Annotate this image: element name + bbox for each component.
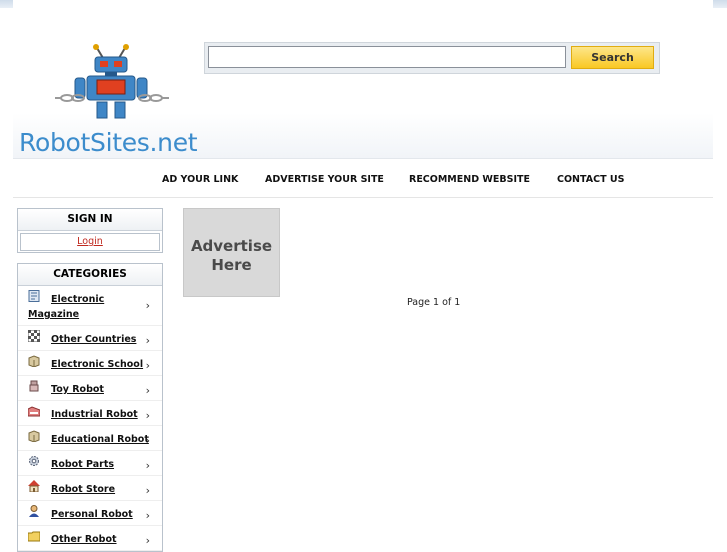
login-link[interactable]: Login: [77, 236, 103, 247]
chevron-right-icon: ›: [145, 434, 150, 447]
nav-advertise-your-site[interactable]: ADVERTISE YOUR SITE: [265, 174, 384, 185]
category-robot-store[interactable]: Robot Store ›: [18, 476, 162, 501]
folder-icon: [28, 531, 40, 542]
category-label[interactable]: Electronic School: [51, 359, 143, 370]
toy-icon: [29, 380, 39, 392]
search-bar: Search: [204, 42, 660, 74]
ad-text-line2: Here: [211, 256, 252, 274]
category-label[interactable]: Other Robot: [51, 534, 117, 545]
category-label[interactable]: Other Countries: [51, 334, 136, 345]
factory-icon: [28, 406, 40, 417]
nav-contact-us[interactable]: CONTACT US: [557, 174, 624, 185]
category-personal-robot[interactable]: Personal Robot ›: [18, 501, 162, 526]
main-nav: AD YOUR LINK ADVERTISE YOUR SITE RECOMME…: [13, 159, 713, 198]
category-label[interactable]: Electronic Magazine: [28, 292, 140, 322]
box-icon: [28, 430, 40, 442]
search-input[interactable]: [208, 46, 566, 68]
chevron-right-icon: ›: [145, 509, 150, 522]
category-industrial-robot[interactable]: Industrial Robot ›: [18, 401, 162, 426]
category-label[interactable]: Robot Store: [51, 484, 115, 495]
category-robot-parts[interactable]: Robot Parts ›: [18, 451, 162, 476]
category-educational-robot[interactable]: Educational Robot ›: [18, 426, 162, 451]
site-header: RobotSites.net Search: [13, 8, 713, 159]
category-other-countries[interactable]: Other Countries ›: [18, 326, 162, 351]
nav-recommend-website[interactable]: RECOMMEND WEBSITE: [409, 174, 530, 185]
person-icon: [29, 505, 39, 517]
nav-ad-your-link[interactable]: AD YOUR LINK: [162, 174, 238, 185]
chevron-right-icon: ›: [145, 484, 150, 497]
category-electronic-school[interactable]: Electronic School ›: [18, 351, 162, 376]
category-label[interactable]: Personal Robot: [51, 509, 133, 520]
categories-title: CATEGORIES: [18, 264, 162, 286]
category-toy-robot[interactable]: Toy Robot ›: [18, 376, 162, 401]
category-other-robot[interactable]: Other Robot ›: [18, 526, 162, 551]
ad-text-line1: Advertise: [190, 237, 273, 255]
categories-box: CATEGORIES Electronic Magazine › Other C…: [17, 263, 163, 552]
chevron-right-icon: ›: [145, 459, 150, 472]
site-logo[interactable]: RobotSites.net: [15, 38, 198, 160]
pagination-text: Page 1 of 1: [407, 297, 461, 308]
signin-title: SIGN IN: [18, 209, 162, 231]
chevron-right-icon: ›: [145, 334, 150, 347]
category-label[interactable]: Toy Robot: [51, 384, 104, 395]
page-container: RobotSites.net Search AD YOUR LINK ADVER…: [13, 0, 713, 552]
house-icon: [28, 480, 40, 492]
signin-box: SIGN IN Login: [17, 208, 163, 253]
checkered-flag-icon: [28, 330, 40, 342]
sidebar: SIGN IN Login CATEGORIES Electronic Maga…: [17, 208, 163, 552]
category-label[interactable]: Industrial Robot: [51, 409, 138, 420]
category-label[interactable]: Educational Robot: [51, 434, 149, 445]
chevron-right-icon: ›: [145, 409, 150, 422]
signin-body: Login: [20, 233, 160, 251]
robot-logo-icon: [55, 44, 169, 119]
chevron-right-icon: ›: [145, 299, 150, 312]
gear-icon: [29, 456, 39, 466]
chevron-right-icon: ›: [145, 534, 150, 547]
chevron-right-icon: ›: [145, 384, 150, 397]
site-logo-text: RobotSites.net: [19, 128, 198, 157]
category-electronic-magazine[interactable]: Electronic Magazine ›: [18, 286, 162, 326]
category-label[interactable]: Robot Parts: [51, 459, 114, 470]
search-button[interactable]: Search: [571, 46, 654, 69]
chevron-right-icon: ›: [145, 359, 150, 372]
box-icon: [28, 355, 40, 367]
advertise-here-banner[interactable]: Advertise Here: [183, 208, 280, 297]
